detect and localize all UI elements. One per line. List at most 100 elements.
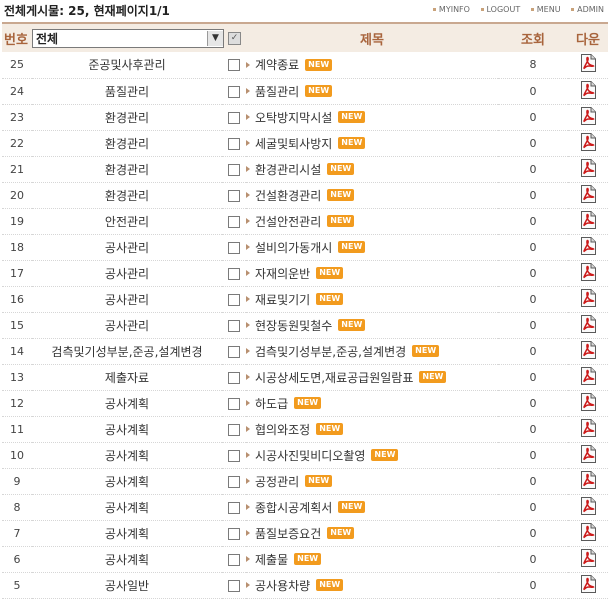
- row-title-link[interactable]: 공사용차량: [255, 579, 310, 593]
- bullet-arrow-icon: [246, 400, 250, 406]
- row-title-cell: 검측및기성부분,준공,설계변경 NEW: [246, 338, 498, 364]
- row-checkbox[interactable]: [228, 163, 240, 176]
- pdf-file-icon[interactable]: [580, 158, 597, 177]
- pdf-file-icon[interactable]: [580, 262, 597, 281]
- row-category: 공사계획: [104, 500, 150, 515]
- row-checkbox[interactable]: [228, 241, 240, 254]
- row-checkbox[interactable]: [228, 527, 240, 540]
- pdf-file-icon[interactable]: [580, 392, 597, 411]
- row-title-link[interactable]: 계약종료: [255, 58, 299, 72]
- table-row: 19 안전관리 건설안전관리 NEW 0: [2, 208, 608, 234]
- row-download-cell: [568, 78, 608, 104]
- new-badge: NEW: [327, 189, 355, 201]
- row-checkbox[interactable]: [228, 137, 240, 150]
- header-category-cell: 전체 ▼ ✓: [32, 23, 246, 52]
- row-checkbox[interactable]: [228, 85, 240, 98]
- row-checkbox[interactable]: [228, 579, 240, 592]
- admin-link[interactable]: ADMIN: [577, 5, 604, 14]
- row-title-link[interactable]: 검측및기성부분,준공,설계변경: [255, 345, 406, 359]
- row-checkbox[interactable]: [228, 397, 240, 410]
- pdf-file-icon[interactable]: [580, 522, 597, 541]
- select-all-checkbox[interactable]: ✓: [228, 31, 241, 45]
- table-row: 23 환경관리 오탁방지막시설 NEW 0: [2, 104, 608, 130]
- row-checkbox[interactable]: [228, 501, 240, 514]
- row-views: 0: [529, 214, 537, 228]
- row-number: 18: [10, 240, 24, 254]
- pdf-file-icon[interactable]: [580, 288, 597, 307]
- row-title-link[interactable]: 종합시공계획서: [255, 501, 332, 515]
- row-checkbox-cell: [222, 52, 246, 78]
- bullet-arrow-icon: [246, 192, 250, 198]
- row-checkbox[interactable]: [228, 319, 240, 332]
- row-checkbox[interactable]: [228, 553, 240, 566]
- row-checkbox[interactable]: [228, 267, 240, 280]
- menu-link[interactable]: MENU: [537, 5, 561, 14]
- row-number: 24: [10, 84, 24, 98]
- logout-link[interactable]: LOGOUT: [487, 5, 521, 14]
- pdf-file-icon[interactable]: [580, 470, 597, 489]
- myinfo-link[interactable]: MYINFO: [439, 5, 470, 14]
- row-checkbox[interactable]: [228, 423, 240, 436]
- row-checkbox[interactable]: [228, 449, 240, 462]
- row-checkbox-cell: [222, 78, 246, 104]
- row-number: 12: [10, 396, 24, 410]
- pdf-file-icon[interactable]: [580, 106, 597, 125]
- chevron-down-icon[interactable]: ▼: [207, 30, 223, 46]
- new-badge: NEW: [327, 527, 355, 539]
- row-checkbox[interactable]: [228, 371, 240, 384]
- table-row: 6 공사계획 제출물 NEW 0: [2, 546, 608, 572]
- pdf-file-icon[interactable]: [580, 418, 597, 437]
- pdf-file-icon[interactable]: [580, 314, 597, 333]
- row-title-link[interactable]: 품질보증요건: [255, 527, 321, 541]
- table-row: 9 공사계획 공정관리 NEW 0: [2, 468, 608, 494]
- row-checkbox[interactable]: [228, 293, 240, 306]
- row-download-cell: [568, 156, 608, 182]
- top-bar: 전체게시물: 25, 현재페이지1/1 MYINFO LOGOUT MENU A…: [0, 0, 610, 22]
- row-checkbox[interactable]: [228, 215, 240, 228]
- pdf-file-icon[interactable]: [580, 444, 597, 463]
- row-title-link[interactable]: 협의와조정: [255, 423, 310, 437]
- row-title-link[interactable]: 오탁방지막시설: [255, 111, 332, 125]
- new-badge: NEW: [305, 475, 333, 487]
- row-title-link[interactable]: 제출물: [255, 553, 288, 567]
- pdf-file-icon[interactable]: [580, 366, 597, 385]
- pdf-file-icon[interactable]: [580, 210, 597, 229]
- row-checkbox[interactable]: [228, 475, 240, 488]
- pdf-file-icon[interactable]: [580, 340, 597, 359]
- pdf-file-icon[interactable]: [580, 132, 597, 151]
- row-title-link[interactable]: 하도급: [255, 397, 288, 411]
- row-checkbox-cell: [222, 234, 246, 260]
- row-title-link[interactable]: 건설안전관리: [255, 215, 321, 229]
- category-select-value: 전체: [36, 31, 59, 46]
- row-title-link[interactable]: 공정관리: [255, 475, 299, 489]
- row-title-cell: 종합시공계획서 NEW: [246, 494, 498, 520]
- row-title-link[interactable]: 시공사진및비디오촬영: [255, 449, 365, 463]
- row-number: 10: [10, 448, 24, 462]
- row-title-link[interactable]: 자재의운반: [255, 267, 310, 281]
- row-number: 14: [10, 344, 24, 358]
- pdf-file-icon[interactable]: [580, 236, 597, 255]
- pdf-file-icon[interactable]: [580, 548, 597, 567]
- row-checkbox[interactable]: [228, 345, 240, 358]
- row-title-link[interactable]: 시공상세도면,재료공급원일람표: [255, 371, 413, 385]
- row-checkbox[interactable]: [228, 189, 240, 202]
- pdf-file-icon[interactable]: [580, 80, 597, 99]
- row-number: 5: [13, 578, 21, 592]
- row-title-link[interactable]: 품질관리: [255, 85, 299, 99]
- row-checkbox-cell: [222, 182, 246, 208]
- row-title-link[interactable]: 현장동원및철수: [255, 319, 332, 333]
- row-checkbox[interactable]: [228, 59, 240, 72]
- pdf-file-icon[interactable]: [580, 54, 597, 73]
- row-checkbox-cell: [222, 390, 246, 416]
- category-select[interactable]: 전체 ▼: [32, 28, 224, 48]
- row-title-link[interactable]: 재료및기기: [255, 293, 310, 307]
- row-title-link[interactable]: 환경관리시설: [255, 163, 321, 177]
- row-checkbox[interactable]: [228, 111, 240, 124]
- pdf-file-icon[interactable]: [580, 574, 597, 593]
- pdf-file-icon[interactable]: [580, 496, 597, 515]
- pdf-file-icon[interactable]: [580, 184, 597, 203]
- bullet-arrow-icon: [246, 140, 250, 146]
- row-title-link[interactable]: 세굴및퇴사방지: [255, 137, 332, 151]
- row-title-link[interactable]: 설비의가동개시: [255, 241, 332, 255]
- row-title-link[interactable]: 건설환경관리: [255, 189, 321, 203]
